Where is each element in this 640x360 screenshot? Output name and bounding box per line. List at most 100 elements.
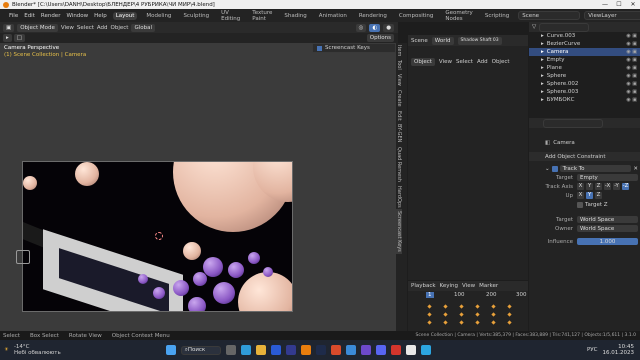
edge-icon[interactable]	[240, 345, 251, 355]
influence-slider[interactable]: 1.000	[577, 238, 638, 245]
after-effects-icon[interactable]	[285, 345, 296, 355]
tab-rendering[interactable]: Rendering	[356, 12, 390, 20]
outliner-item[interactable]: ▸ БУМБОКС ◉ ▣	[529, 96, 640, 104]
node-menu-view[interactable]: View	[439, 59, 452, 65]
visibility-icon[interactable]: ◉ ▣	[626, 65, 637, 71]
app-icon[interactable]	[390, 345, 401, 355]
keyframe-icon[interactable]	[459, 320, 464, 325]
tab-view[interactable]: View	[396, 72, 402, 88]
keyframe-icon[interactable]	[507, 320, 512, 325]
target-z-checkbox[interactable]	[577, 201, 583, 208]
node-editor[interactable]: Scene World Shadow Shaft 03 Object View …	[408, 35, 528, 280]
outliner[interactable]: ▽ ▸ Curve.003 ◉ ▣ ▸ BezierCurve ◉ ▣ ▸ Camera ◉ ▣…	[529, 22, 640, 118]
tab-item[interactable]: Item	[396, 43, 402, 58]
screencast-panel[interactable]: Screencast Keys	[312, 43, 396, 53]
maximize-button[interactable]: ☐	[612, 1, 626, 8]
keyframe-icon[interactable]	[475, 312, 480, 317]
screencast-checkbox[interactable]	[317, 45, 322, 51]
task-view-icon[interactable]	[225, 345, 236, 355]
outliner-item[interactable]: ▸ Camera ◉ ▣	[529, 48, 640, 56]
timeline[interactable]: Playback Keying View Marker 1 100 200 30…	[408, 281, 528, 331]
tab-scripting[interactable]: Scripting	[482, 12, 512, 20]
explorer-icon[interactable]	[255, 345, 266, 355]
shading-toggle[interactable]: ●	[383, 23, 394, 32]
editor-type-button[interactable]: ▣	[3, 23, 15, 32]
outliner-search[interactable]	[539, 22, 590, 32]
tab-compositing[interactable]: Compositing	[396, 12, 436, 20]
target-space-selector[interactable]: World Space	[577, 216, 638, 223]
track-axis-neg-y[interactable]: -Y	[613, 183, 620, 190]
track-axis-neg-z[interactable]: -Z	[622, 183, 629, 190]
tab-create[interactable]: Create	[396, 88, 402, 109]
tab-shading[interactable]: Shading	[281, 12, 309, 20]
tab-texture-paint[interactable]: Texture Paint	[249, 9, 275, 23]
tab-geometry-nodes[interactable]: Geometry Nodes	[442, 9, 475, 23]
keyframe-icon[interactable]	[443, 312, 448, 317]
visibility-icon[interactable]: ◉ ▣	[626, 73, 637, 79]
keyframe-icon[interactable]	[459, 312, 464, 317]
world-dropdown[interactable]: Shadow Shaft 03	[457, 36, 502, 45]
visibility-icon[interactable]: ◉ ▣	[626, 57, 637, 63]
track-axis-z[interactable]: Z	[595, 183, 602, 190]
view-layer-selector[interactable]: ViewLayer	[584, 11, 640, 20]
outliner-item[interactable]: ▸ Plane ◉ ▣	[529, 64, 640, 72]
tab-modeling[interactable]: Modeling	[143, 12, 174, 20]
owner-space-selector[interactable]: World Space	[577, 225, 638, 232]
object-type-selector[interactable]: Object	[411, 57, 435, 66]
keyframe-icon[interactable]	[427, 312, 432, 317]
keyframe-icon[interactable]	[443, 320, 448, 325]
add-constraint-button[interactable]: Add Object Constraint	[529, 152, 640, 161]
photoshop-icon[interactable]	[315, 345, 326, 355]
keyframe-icon[interactable]	[491, 320, 496, 325]
taskbar-search[interactable]: ⌕ Поиск	[180, 345, 221, 355]
tab-animation[interactable]: Animation	[316, 12, 350, 20]
track-axis-y[interactable]: Y	[586, 183, 593, 190]
visibility-icon[interactable]: ◉ ▣	[626, 97, 637, 103]
viewport-menu-select[interactable]: Select	[77, 25, 94, 31]
clock[interactable]: 10:45 16.01.2023	[603, 344, 635, 356]
select-box-icon[interactable]: □	[13, 34, 25, 42]
visibility-icon[interactable]: ◉ ▣	[626, 41, 637, 47]
discord-icon[interactable]	[375, 345, 386, 355]
tab-screencast-keys[interactable]: Screencast Keys	[396, 209, 402, 255]
keyframe-icon[interactable]	[427, 320, 432, 325]
menu-file[interactable]: File	[9, 13, 18, 19]
outliner-item[interactable]: ▸ Sphere ◉ ▣	[529, 72, 640, 80]
outliner-item[interactable]: ▸ Sphere.003 ◉ ▣	[529, 88, 640, 96]
scene-selector[interactable]: Scene	[518, 11, 581, 20]
up-axis-z[interactable]: Z	[595, 192, 602, 199]
minimize-button[interactable]: —	[598, 1, 612, 8]
properties-search[interactable]	[543, 118, 603, 128]
world-selector[interactable]: World	[431, 36, 454, 45]
gizmo-toggle[interactable]: ◎	[355, 23, 367, 32]
viewport-menu-add[interactable]: Add	[97, 25, 108, 31]
target-field[interactable]: Empty	[577, 174, 638, 181]
options-button[interactable]: Options	[366, 34, 394, 42]
node-menu-select[interactable]: Select	[456, 59, 473, 65]
track-axis-neg-x[interactable]: -X	[604, 183, 611, 190]
orientation-selector[interactable]: Global	[131, 23, 156, 32]
outliner-item[interactable]: ▸ Sphere.002 ◉ ▣	[529, 80, 640, 88]
telegram-icon[interactable]	[420, 345, 431, 355]
keyframe-area[interactable]	[408, 299, 528, 329]
outliner-item[interactable]: ▸ Empty ◉ ▣	[529, 56, 640, 64]
up-axis-y[interactable]: Y	[586, 192, 593, 199]
timeline-menu-marker[interactable]: Marker	[479, 283, 498, 289]
frame-ruler[interactable]: 1 100 200 300	[408, 291, 528, 299]
viewport-menu-view[interactable]: View	[61, 25, 74, 31]
app-icon[interactable]	[345, 345, 356, 355]
keyframe-icon[interactable]	[475, 304, 480, 309]
close-icon[interactable]: ✕	[633, 166, 638, 172]
tab-hardops[interactable]: HardOps	[396, 184, 402, 210]
visibility-icon[interactable]: ◉ ▣	[626, 33, 637, 39]
select-tool-icon[interactable]: ▸	[3, 34, 12, 42]
node-menu-add[interactable]: Add	[477, 59, 488, 65]
keyframe-icon[interactable]	[443, 304, 448, 309]
keyframe-icon[interactable]	[475, 320, 480, 325]
store-icon[interactable]	[270, 345, 281, 355]
menu-help[interactable]: Help	[94, 13, 107, 19]
viewport-menu-object[interactable]: Object	[111, 25, 129, 31]
outliner-filter-icon[interactable]: ▽	[532, 24, 536, 30]
keyframe-icon[interactable]	[491, 304, 496, 309]
timeline-menu-keying[interactable]: Keying	[440, 283, 458, 289]
